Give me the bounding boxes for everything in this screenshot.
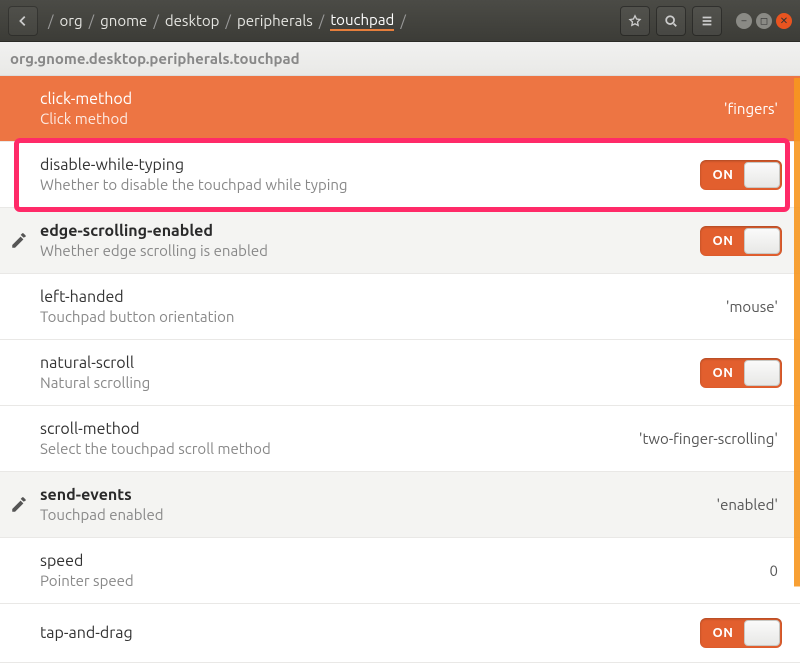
setting-row[interactable]: edge-scrolling-enabled Whether edge scrol…: [0, 208, 800, 274]
breadcrumb-crumb[interactable]: org: [60, 12, 83, 29]
setting-key: send-events: [40, 486, 716, 504]
bookmark-button[interactable]: [620, 6, 650, 36]
window-controls: – ◻ ✕: [736, 13, 792, 29]
titlebar: / org / gnome / desktop / peripherals / …: [0, 0, 800, 42]
setting-key: edge-scrolling-enabled: [40, 222, 700, 240]
toggle-knob: [744, 228, 780, 254]
setting-text: tap-and-drag: [40, 624, 700, 642]
setting-desc: Pointer speed: [40, 572, 770, 589]
schema-path: org.gnome.desktop.peripherals.touchpad: [0, 42, 800, 76]
setting-value: 'two-finger-scrolling': [639, 430, 782, 447]
toggle-label: ON: [702, 234, 744, 248]
window-minimize-button[interactable]: –: [736, 13, 752, 29]
setting-key: disable-while-typing: [40, 156, 700, 174]
window-maximize-button[interactable]: ◻: [756, 13, 772, 29]
setting-text: scroll-method Select the touchpad scroll …: [40, 420, 639, 457]
setting-text: disable-while-typing Whether to disable t…: [40, 156, 700, 193]
breadcrumb: / org / gnome / desktop / peripherals / …: [48, 11, 616, 31]
breadcrumb-sep: /: [89, 12, 95, 29]
setting-key: natural-scroll: [40, 354, 700, 372]
breadcrumb-crumb[interactable]: gnome: [100, 12, 147, 29]
setting-desc: Natural scrolling: [40, 374, 700, 391]
setting-row[interactable]: speed Pointer speed0: [0, 538, 800, 604]
setting-value: 'enabled': [716, 496, 782, 513]
toggle-knob: [744, 162, 780, 188]
breadcrumb-crumb[interactable]: peripherals: [237, 12, 313, 29]
setting-desc: Click method: [40, 110, 724, 127]
breadcrumb-sep: /: [400, 12, 406, 29]
toggle-switch[interactable]: ON: [700, 160, 782, 190]
setting-row[interactable]: click-method Click method'fingers': [0, 76, 800, 142]
setting-key: left-handed: [40, 288, 726, 306]
setting-value: 'fingers': [724, 100, 782, 117]
setting-text: edge-scrolling-enabled Whether edge scrol…: [40, 222, 700, 259]
pencil-icon: [10, 232, 28, 250]
setting-desc: Select the touchpad scroll method: [40, 440, 639, 457]
setting-row[interactable]: left-handed Touchpad button orientation'm…: [0, 274, 800, 340]
setting-value: 'mouse': [726, 298, 782, 315]
setting-value: 0: [770, 562, 782, 579]
settings-list: click-method Click method'fingers' disable…: [0, 76, 800, 663]
window-close-button[interactable]: ✕: [776, 13, 792, 29]
titlebar-right: – ◻ ✕: [620, 6, 792, 36]
setting-key: scroll-method: [40, 420, 639, 438]
toggle-switch[interactable]: ON: [700, 358, 782, 388]
setting-row[interactable]: tap-and-dragON: [0, 604, 800, 663]
breadcrumb-crumb-current[interactable]: touchpad: [330, 11, 394, 31]
setting-row[interactable]: disable-while-typing Whether to disable t…: [0, 142, 800, 208]
toggle-knob: [744, 360, 780, 386]
toggle-switch[interactable]: ON: [700, 226, 782, 256]
setting-key: click-method: [40, 90, 724, 108]
toggle-label: ON: [702, 168, 744, 182]
breadcrumb-sep: /: [48, 12, 54, 29]
breadcrumb-sep: /: [153, 12, 159, 29]
toggle-label: ON: [702, 366, 744, 380]
breadcrumb-crumb[interactable]: desktop: [165, 12, 220, 29]
setting-text: natural-scroll Natural scrolling: [40, 354, 700, 391]
setting-text: click-method Click method: [40, 90, 724, 127]
setting-key: tap-and-drag: [40, 624, 700, 642]
setting-desc: Touchpad enabled: [40, 506, 716, 523]
setting-text: speed Pointer speed: [40, 552, 770, 589]
setting-row[interactable]: send-events Touchpad enabled'enabled': [0, 472, 800, 538]
setting-text: send-events Touchpad enabled: [40, 486, 716, 523]
setting-desc: Touchpad button orientation: [40, 308, 726, 325]
toggle-knob: [744, 620, 780, 646]
breadcrumb-sep: /: [319, 12, 325, 29]
setting-key: speed: [40, 552, 770, 570]
setting-desc: Whether edge scrolling is enabled: [40, 242, 700, 259]
menu-button[interactable]: [692, 6, 722, 36]
back-button[interactable]: [8, 6, 38, 36]
toggle-switch[interactable]: ON: [700, 618, 782, 648]
toggle-label: ON: [702, 626, 744, 640]
setting-row[interactable]: natural-scroll Natural scrollingON: [0, 340, 800, 406]
pencil-icon: [10, 496, 28, 514]
setting-row[interactable]: scroll-method Select the touchpad scroll …: [0, 406, 800, 472]
scrollbar[interactable]: [794, 78, 800, 643]
search-button[interactable]: [656, 6, 686, 36]
setting-desc: Whether to disable the touchpad while ty…: [40, 176, 700, 193]
setting-text: left-handed Touchpad button orientation: [40, 288, 726, 325]
breadcrumb-sep: /: [225, 12, 231, 29]
